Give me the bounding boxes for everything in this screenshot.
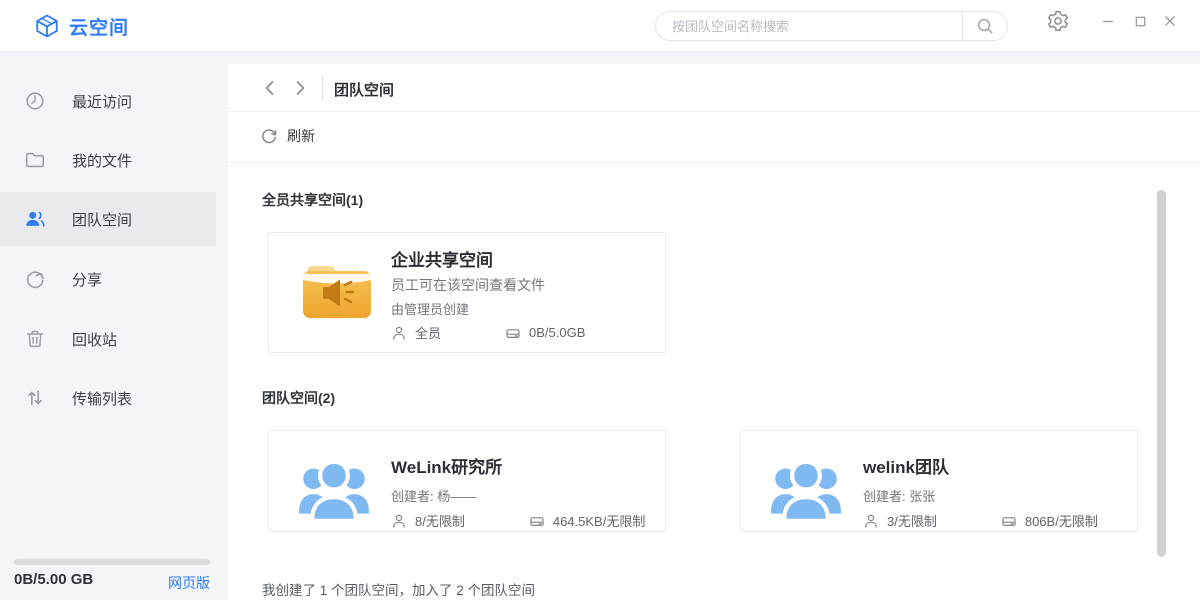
window-minimize-button[interactable] [1098,11,1118,31]
sidebar-item-label: 最近访问 [72,91,132,112]
team-group-icon [297,451,371,529]
space-card-creator: 创建者: 杨—— [391,486,476,505]
sidebar: 最近访问 我的文件 团队空间 分享 [0,52,228,600]
refresh-button[interactable]: 刷新 [260,126,315,146]
minimize-icon [1101,14,1115,28]
space-card-title: 企业共享空间 [391,246,493,271]
storage-usage-bar [14,559,210,565]
header-divider [322,76,323,100]
space-card-meta: 全员 0B/5.0GB [391,323,585,342]
members-value: 8/无限制 [415,511,465,530]
window-close-button[interactable] [1160,11,1180,31]
content-header: 团队空间 [228,64,1200,112]
sidebar-item-label: 分享 [72,269,102,290]
space-card-meta: 8/无限制 464.5KB/无限制 [391,511,645,530]
title-bar: 云空间 [0,0,1200,52]
members-icon [391,325,407,341]
quota-value: 464.5KB/无限制 [553,511,646,530]
cube-logo-icon [34,13,60,39]
sidebar-item-label: 团队空间 [72,209,132,230]
space-card-welink-team[interactable]: welink团队 创建者: 张张 3/无限制 806B/无限制 [740,430,1138,532]
nav-forward-button[interactable] [290,78,310,98]
summary-status-text: 我创建了 1 个团队空间，加入了 2 个团队空间 [262,579,535,599]
gear-icon [1046,9,1070,33]
refresh-icon [260,127,278,145]
clock-icon [24,90,46,112]
team-icon [24,208,46,230]
space-card-title: WeLink研究所 [391,453,502,478]
main-area: 团队空间 刷新 全员共享空间(1) [228,52,1200,600]
trash-icon [24,328,46,350]
quota-value: 0B/5.0GB [529,325,585,340]
space-card-title: welink团队 [863,453,949,478]
sidebar-item-team-space[interactable]: 团队空间 [0,192,216,246]
announce-folder-icon [299,262,375,320]
search-input[interactable] [656,12,962,40]
sidebar-item-share[interactable]: 分享 [0,252,228,306]
space-card-creator: 由管理员创建 [391,299,469,318]
space-card-enterprise[interactable]: 企业共享空间 员工可在该空间查看文件 由管理员创建 全员 0B/5.0GB [268,232,666,353]
content-panel: 团队空间 刷新 全员共享空间(1) [228,64,1200,600]
storage-icon [1001,513,1017,529]
section-heading-team-spaces: 团队空间(2) [262,388,335,408]
search-icon [976,17,994,35]
search-box [655,11,1008,41]
space-card-creator: 创建者: 张张 [863,486,935,505]
sidebar-item-recycle-bin[interactable]: 回收站 [0,312,228,366]
team-group-icon [769,451,843,529]
quota-value: 806B/无限制 [1025,511,1098,530]
share-icon [24,268,46,290]
folder-icon [24,149,46,171]
space-card-description: 员工可在该空间查看文件 [391,275,545,295]
space-card-welink-lab[interactable]: WeLink研究所 创建者: 杨—— 8/无限制 464.5KB/无限制 [268,430,666,532]
storage-usage-text: 0B/5.00 GB [14,571,93,588]
sidebar-item-label: 回收站 [72,329,117,350]
window-maximize-button[interactable] [1130,11,1150,31]
app-title: 云空间 [69,13,129,40]
sidebar-item-transfer-list[interactable]: 传输列表 [0,371,228,425]
members-value: 全员 [415,323,441,342]
settings-button[interactable] [1046,9,1070,33]
sidebar-item-recent[interactable]: 最近访问 [0,74,228,128]
app-logo: 云空间 [34,0,129,52]
nav-back-button[interactable] [260,78,280,98]
toolbar: 刷新 [228,112,1200,163]
web-version-link[interactable]: 网页版 [168,573,210,593]
sidebar-item-label: 我的文件 [72,150,132,171]
maximize-icon [1134,15,1147,28]
sidebar-item-label: 传输列表 [72,388,132,409]
page-title: 团队空间 [334,79,394,100]
sidebar-item-my-files[interactable]: 我的文件 [0,133,228,187]
chevron-right-icon [290,78,310,98]
members-icon [863,513,879,529]
close-icon [1163,14,1177,28]
space-card-meta: 3/无限制 806B/无限制 [863,511,1098,530]
search-button[interactable] [963,12,1007,40]
members-icon [391,513,407,529]
chevron-left-icon [260,78,280,98]
refresh-label: 刷新 [287,126,315,146]
vertical-scrollbar[interactable] [1157,190,1166,557]
members-value: 3/无限制 [887,511,937,530]
section-heading-all-shared: 全员共享空间(1) [262,190,363,210]
transfer-icon [24,387,46,409]
storage-icon [505,325,521,341]
storage-icon [529,513,545,529]
